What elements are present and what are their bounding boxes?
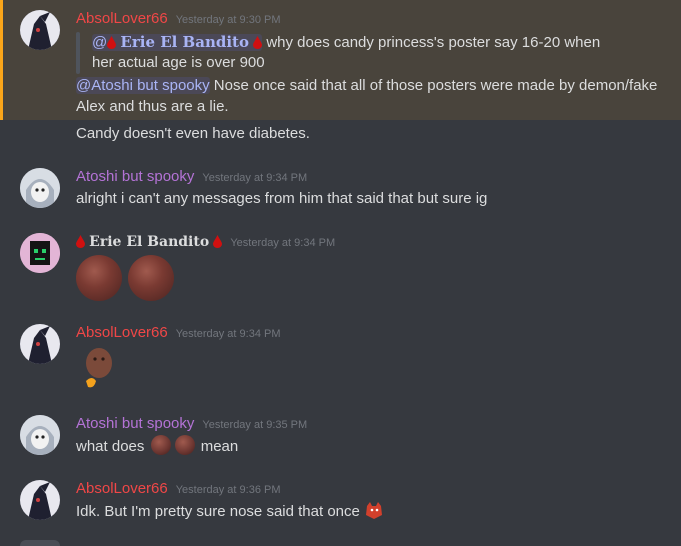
- blood-drop-icon: [213, 235, 223, 248]
- mention-highlight-bar: [0, 0, 3, 120]
- quoted-line: her actual age is over 900: [92, 54, 265, 71]
- blood-drop-icon: [107, 36, 117, 49]
- message-text: Alex and thus are a lie.: [76, 98, 229, 115]
- username[interactable]: Atoshi but spooky Yesterday at 9:35 PM: [76, 415, 307, 432]
- absol-avatar-icon: [20, 480, 60, 520]
- blood-drop-icon: [76, 235, 85, 248]
- avatar[interactable]: [20, 415, 60, 455]
- next-message-preview: [20, 540, 60, 546]
- red-creature-emoji[interactable]: [364, 500, 384, 520]
- message-text: alright i can't any messages from him th…: [76, 190, 488, 207]
- meatball-emoji[interactable]: [150, 435, 171, 455]
- message-text: @Atoshi but spooky Nose once said that a…: [76, 77, 658, 94]
- timestamp: Yesterday at 9:35 PM: [202, 419, 308, 431]
- avatar[interactable]: [20, 168, 60, 208]
- timestamp: Yesterday at 9:34 PM: [202, 172, 308, 184]
- username[interactable]: AbsolLover66 Yesterday at 9:36 PM: [76, 480, 281, 497]
- absol-avatar-icon: [20, 10, 60, 50]
- atoshi-avatar-icon: [20, 168, 60, 208]
- username[interactable]: Atoshi but spooky Yesterday at 9:34 PM: [76, 168, 307, 185]
- message-text: Candy doesn't even have diabetes.: [76, 125, 310, 142]
- username[interactable]: Erie El Bandito Yesterday at 9:34 PM: [76, 233, 335, 250]
- quote-bar: [76, 32, 80, 74]
- thinking-emoji[interactable]: [82, 347, 116, 391]
- atoshi-avatar-icon: [20, 415, 60, 455]
- avatar[interactable]: [20, 10, 60, 50]
- timestamp: Yesterday at 9:34 PM: [230, 237, 336, 249]
- meatball-emoji[interactable]: [128, 255, 174, 301]
- avatar[interactable]: [20, 324, 60, 364]
- meatball-emoji[interactable]: [174, 435, 195, 455]
- avatar[interactable]: [20, 233, 60, 273]
- avatar[interactable]: [20, 480, 60, 520]
- blood-drop-icon: [253, 36, 263, 49]
- username[interactable]: AbsolLover66 Yesterday at 9:30 PM: [76, 10, 281, 27]
- timestamp: Yesterday at 9:36 PM: [175, 484, 281, 496]
- timestamp: Yesterday at 9:30 PM: [175, 14, 281, 26]
- message-absol-1[interactable]: AbsolLover66 Yesterday at 9:30 PM @ Erie …: [0, 0, 681, 120]
- mention-erie[interactable]: @ Erie El Bandito: [92, 33, 263, 51]
- meatball-emoji[interactable]: [76, 255, 122, 301]
- username[interactable]: AbsolLover66 Yesterday at 9:34 PM: [76, 324, 281, 341]
- quoted-line: @ Erie El Bandito why does candy princes…: [92, 33, 601, 51]
- mention-atoshi[interactable]: @Atoshi but spooky: [76, 77, 210, 94]
- message-text: Idk. But I'm pretty sure nose said that …: [76, 500, 384, 523]
- timestamp: Yesterday at 9:34 PM: [175, 328, 281, 340]
- message-text: what does mean: [76, 435, 238, 458]
- erie-avatar-icon: [20, 233, 60, 273]
- absol-avatar-icon: [20, 324, 60, 364]
